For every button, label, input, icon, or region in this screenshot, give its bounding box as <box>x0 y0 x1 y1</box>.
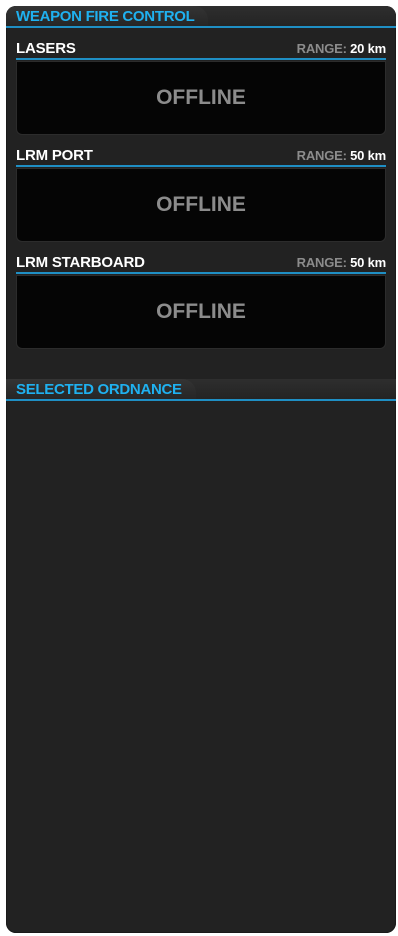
weapon-lasers: LASERS RANGE: 20 km OFFLINE <box>6 36 396 135</box>
weapon-range: RANGE: 50 km <box>296 147 387 165</box>
weapon-fire-control-title: WEAPON FIRE CONTROL <box>6 6 209 26</box>
range-label: RANGE: <box>296 255 347 270</box>
range-label: RANGE: <box>296 41 347 56</box>
weapon-header-row: LASERS RANGE: 20 km <box>16 36 386 60</box>
range-label: RANGE: <box>296 148 347 163</box>
range-value: 50 km <box>350 148 386 163</box>
range-value: 50 km <box>350 255 386 270</box>
weapon-name: LRM STARBOARD <box>16 254 145 271</box>
selected-ordnance-list <box>6 401 396 861</box>
weapon-control-panel: WEAPON FIRE CONTROL LASERS RANGE: 20 km … <box>6 6 396 933</box>
weapon-status-button[interactable]: OFFLINE <box>16 61 386 135</box>
weapon-lrm-port: LRM PORT RANGE: 50 km OFFLINE <box>6 143 396 242</box>
weapon-range: RANGE: 50 km <box>296 254 387 272</box>
range-value: 20 km <box>350 41 386 56</box>
weapon-name: LRM PORT <box>16 147 93 164</box>
weapon-lrm-starboard: LRM STARBOARD RANGE: 50 km OFFLINE <box>6 250 396 349</box>
selected-ordnance-header: SELECTED ORDNANCE <box>6 379 396 401</box>
selected-ordnance-title: SELECTED ORDNANCE <box>6 379 196 399</box>
weapon-header-row: LRM STARBOARD RANGE: 50 km <box>16 250 386 274</box>
weapon-status-button[interactable]: OFFLINE <box>16 275 386 349</box>
weapon-fire-control-header: WEAPON FIRE CONTROL <box>6 6 396 28</box>
weapon-status-button[interactable]: OFFLINE <box>16 168 386 242</box>
weapon-name: LASERS <box>16 40 76 57</box>
weapon-header-row: LRM PORT RANGE: 50 km <box>16 143 386 167</box>
weapon-range: RANGE: 20 km <box>296 40 387 58</box>
